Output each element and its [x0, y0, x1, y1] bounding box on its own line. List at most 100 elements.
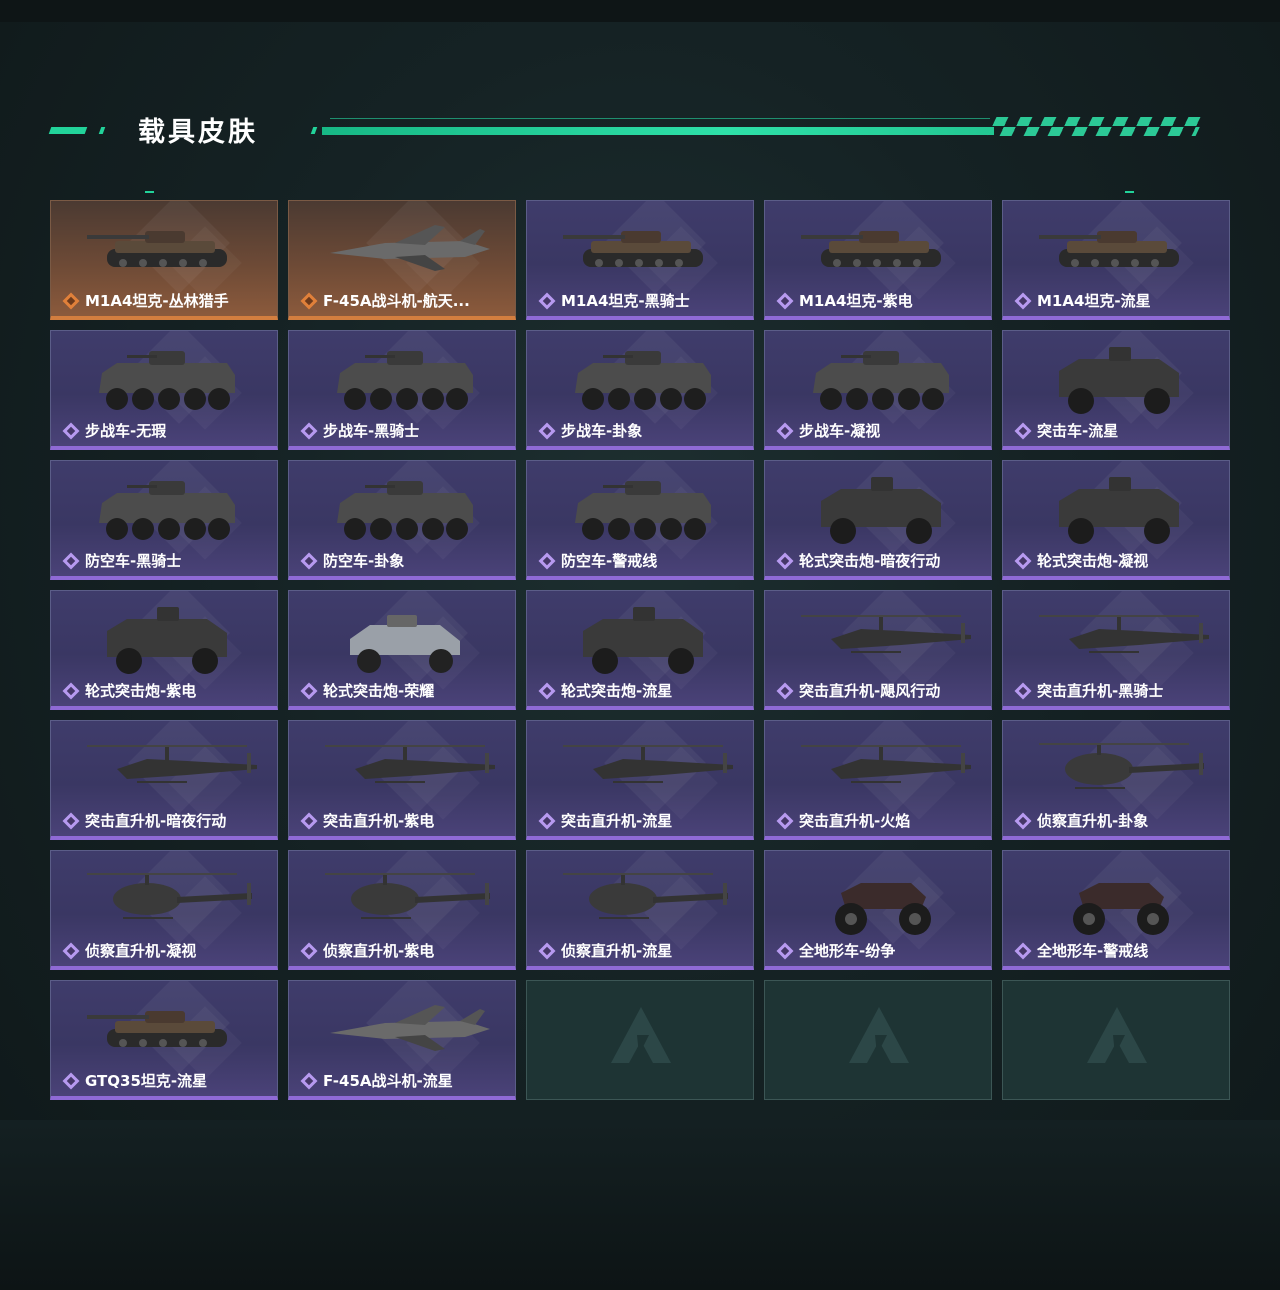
skin-card[interactable]: 轮式突击炮-荣耀	[288, 590, 516, 710]
vehicle-jet-icon	[325, 213, 495, 287]
skin-label-row: 步战车-凝视	[775, 420, 880, 441]
placeholder-logo-icon	[847, 1005, 911, 1071]
skin-card[interactable]: 突击直升机-火焰	[764, 720, 992, 840]
skin-label-row: 突击直升机-黑骑士	[1013, 680, 1163, 701]
skin-card[interactable]: 侦察直升机-紫电	[288, 850, 516, 970]
skin-label-row: 突击直升机-飓风行动	[775, 680, 940, 701]
vehicle-buggy-icon	[325, 603, 485, 687]
rarity-diamond-icon	[538, 682, 556, 699]
skin-name: GTQ35坦克-流星	[85, 1072, 208, 1090]
skin-card[interactable]: 突击直升机-流星	[526, 720, 754, 840]
skin-card[interactable]: GTQ35坦克-流星	[50, 980, 278, 1100]
skin-card[interactable]: 突击车-流星	[1002, 330, 1230, 450]
rarity-diamond-icon	[300, 682, 318, 699]
vehicle-ifv-icon	[325, 343, 485, 427]
rarity-diamond-icon	[1014, 552, 1032, 569]
skin-name: 侦察直升机-紫电	[323, 942, 435, 960]
skin-grid: M1A4坦克-丛林猎手 F-45A战斗机-航天... M1A4坦克-黑骑士 M1…	[50, 200, 1230, 1100]
rarity-diamond-icon	[300, 552, 318, 569]
rarity-diamond-icon	[538, 942, 556, 959]
skin-name: 侦察直升机-流星	[561, 942, 673, 960]
skin-label-row: 侦察直升机-紫电	[299, 940, 434, 961]
skin-label-row: 步战车-无瑕	[61, 420, 166, 441]
skin-card[interactable]: 防空车-卦象	[288, 460, 516, 580]
vehicle-scout-icon	[563, 863, 743, 937]
skin-card[interactable]: 轮式突击炮-暗夜行动	[764, 460, 992, 580]
vehicle-truck-icon	[1039, 343, 1199, 427]
skin-card[interactable]: 步战车-黑骑士	[288, 330, 516, 450]
vehicle-tank-icon	[563, 213, 723, 287]
rarity-diamond-icon	[776, 812, 794, 829]
skin-card[interactable]: 全地形车-警戒线	[1002, 850, 1230, 970]
skin-card[interactable]: 突击直升机-暗夜行动	[50, 720, 278, 840]
skin-card[interactable]: M1A4坦克-黑骑士	[526, 200, 754, 320]
skin-label-row: 突击直升机-火焰	[775, 810, 910, 831]
skin-card[interactable]: 轮式突击炮-紫电	[50, 590, 278, 710]
skin-label-row: 防空车-黑骑士	[61, 550, 181, 571]
skin-name: M1A4坦克-流星	[1037, 292, 1151, 310]
vehicle-ifv-icon	[87, 343, 247, 427]
skin-name: 轮式突击炮-凝视	[1037, 552, 1149, 570]
rarity-diamond-icon	[538, 812, 556, 829]
vehicle-scout-icon	[325, 863, 505, 937]
skin-name: 突击直升机-暗夜行动	[85, 812, 227, 830]
placeholder-logo-icon	[1085, 1005, 1149, 1071]
vehicle-heli-icon	[801, 733, 981, 807]
skin-label-row: 突击直升机-紫电	[299, 810, 434, 831]
rarity-diamond-icon	[1014, 422, 1032, 439]
skin-label-row: 侦察直升机-卦象	[1013, 810, 1148, 831]
empty-slot	[1002, 980, 1230, 1100]
skin-card[interactable]: 全地形车-纷争	[764, 850, 992, 970]
skin-card[interactable]: M1A4坦克-丛林猎手	[50, 200, 278, 320]
rarity-diamond-icon	[62, 942, 80, 959]
skin-name: F-45A战斗机-航天...	[323, 292, 470, 310]
header-accent-bar	[48, 127, 88, 134]
skin-name: 突击直升机-黑骑士	[1037, 682, 1164, 700]
vehicle-truck-icon	[801, 473, 961, 557]
rarity-diamond-icon	[538, 552, 556, 569]
skin-card[interactable]: 轮式突击炮-凝视	[1002, 460, 1230, 580]
vehicle-scout-icon	[1039, 733, 1219, 807]
rarity-diamond-icon	[300, 942, 318, 959]
skin-name: 防空车-卦象	[323, 552, 405, 570]
rarity-diamond-icon	[776, 682, 794, 699]
skin-name: 防空车-黑骑士	[85, 552, 182, 570]
skin-card[interactable]: 侦察直升机-卦象	[1002, 720, 1230, 840]
skin-card[interactable]: 侦察直升机-凝视	[50, 850, 278, 970]
vehicle-ifv-icon	[325, 473, 485, 557]
vehicle-heli-icon	[1039, 603, 1219, 677]
skin-name: 突击直升机-火焰	[799, 812, 911, 830]
skin-card[interactable]: F-45A战斗机-流星	[288, 980, 516, 1100]
skin-card[interactable]: 防空车-警戒线	[526, 460, 754, 580]
vehicle-tank-icon	[801, 213, 961, 287]
skin-label-row: 突击车-流星	[1013, 420, 1118, 441]
skin-card[interactable]: 侦察直升机-流星	[526, 850, 754, 970]
vehicle-tank-icon	[87, 993, 247, 1067]
skin-card[interactable]: M1A4坦克-流星	[1002, 200, 1230, 320]
vehicle-ifv-icon	[563, 343, 723, 427]
skin-card[interactable]: F-45A战斗机-航天...	[288, 200, 516, 320]
skin-card[interactable]: 突击直升机-紫电	[288, 720, 516, 840]
skin-card[interactable]: M1A4坦克-紫电	[764, 200, 992, 320]
rarity-diamond-icon	[1014, 292, 1032, 309]
skin-card[interactable]: 防空车-黑骑士	[50, 460, 278, 580]
skin-card[interactable]: 步战车-凝视	[764, 330, 992, 450]
rarity-diamond-icon	[1014, 942, 1032, 959]
skin-name: 步战车-凝视	[799, 422, 881, 440]
skin-label-row: M1A4坦克-黑骑士	[537, 290, 690, 311]
rarity-diamond-icon	[776, 422, 794, 439]
corner-tick	[1125, 191, 1134, 193]
skin-label-row: GTQ35坦克-流星	[61, 1070, 207, 1091]
skin-name: 轮式突击炮-暗夜行动	[799, 552, 941, 570]
rarity-diamond-icon	[1014, 682, 1032, 699]
rarity-diamond-icon	[776, 292, 794, 309]
skin-card[interactable]: 步战车-卦象	[526, 330, 754, 450]
skin-card[interactable]: 步战车-无瑕	[50, 330, 278, 450]
rarity-diamond-icon	[62, 552, 80, 569]
empty-slot	[526, 980, 754, 1100]
vehicle-heli-icon	[563, 733, 743, 807]
skin-card[interactable]: 突击直升机-飓风行动	[764, 590, 992, 710]
skin-name: M1A4坦克-黑骑士	[561, 292, 690, 310]
skin-card[interactable]: 轮式突击炮-流星	[526, 590, 754, 710]
skin-card[interactable]: 突击直升机-黑骑士	[1002, 590, 1230, 710]
